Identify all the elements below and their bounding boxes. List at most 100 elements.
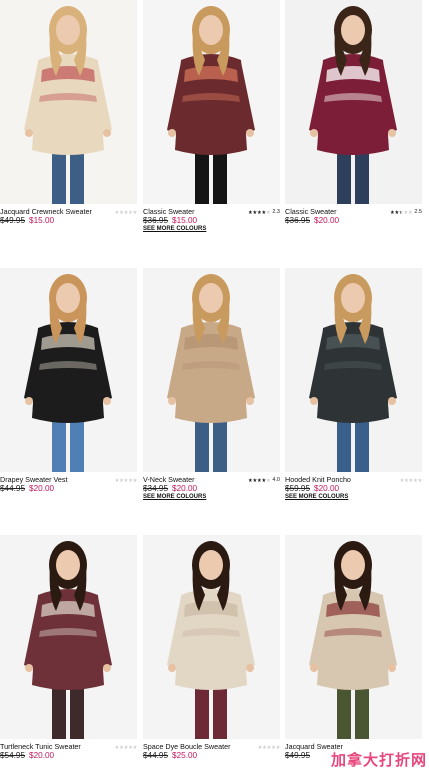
sale-price: $20.00 <box>172 484 198 493</box>
see-more-colours-link[interactable]: SEE MORE COLOURS <box>285 494 348 500</box>
price-block: $34.95 $20.00 <box>143 484 197 493</box>
star-rating-icon <box>115 210 137 214</box>
woman-in-snowflake-jacquard-sweater-photo[interactable] <box>285 535 422 739</box>
woman-in-marled-turtleneck-tunic-photo[interactable] <box>0 535 137 739</box>
woman-in-striped-vest-photo[interactable] <box>0 268 137 472</box>
woman-in-floral-sweater-photo[interactable] <box>143 0 280 204</box>
price-block: $49.95 $15.00 <box>0 216 54 225</box>
star-icon <box>399 210 404 214</box>
star-icon <box>261 210 266 214</box>
sale-price: $25.00 <box>172 751 198 760</box>
star-icon <box>408 210 413 214</box>
star-rating-icon <box>390 210 413 214</box>
product-card[interactable]: Drapey Sweater Vest $44.95 $20.00 <box>0 268 137 504</box>
product-rating <box>258 743 280 751</box>
star-icon <box>128 478 133 482</box>
price-block: $49.95 <box>285 751 310 760</box>
original-price: $44.95 <box>0 484 26 493</box>
star-icon <box>258 745 262 749</box>
original-price: $49.95 <box>0 216 26 225</box>
see-more-colours-link[interactable]: SEE MORE COLOURS <box>143 226 206 232</box>
woman-in-burgundy-follow-me-sweater-photo[interactable] <box>285 0 422 204</box>
product-card[interactable]: Hooded Knit Poncho $59.95 $20.00 SEE MORE C… <box>285 268 422 504</box>
star-rating-icon <box>115 745 137 749</box>
star-icon <box>390 210 395 214</box>
price-block: $44.95 $20.00 <box>0 484 54 493</box>
rating-value: 2.5 <box>414 209 422 215</box>
product-card[interactable]: Space Dye Boucle Sweater $44.95 $25.00 <box>143 535 280 772</box>
sale-price: $20.00 <box>314 484 340 493</box>
product-rating <box>115 743 137 751</box>
star-rating-icon <box>258 745 280 749</box>
star-icon <box>128 745 133 749</box>
product-name[interactable]: V-Neck Sweater <box>143 475 253 484</box>
star-icon <box>128 210 133 214</box>
star-icon <box>257 478 262 482</box>
star-rating-icon <box>248 478 271 482</box>
product-rating <box>115 208 137 216</box>
rating-value: 2.3 <box>272 209 280 215</box>
original-price: $34.95 <box>143 484 169 493</box>
product-card[interactable]: Classic Sweater $36.95 $20.00 2.5 <box>285 0 422 236</box>
star-icon <box>257 210 262 214</box>
product-card[interactable]: Classic Sweater $36.95 $15.00 2.3 SEE MORE C… <box>143 0 280 236</box>
woman-in-oatmeal-vneck-sweater-photo[interactable] <box>143 268 280 472</box>
star-rating-icon <box>115 478 137 482</box>
star-icon <box>119 745 124 749</box>
star-icon <box>394 210 399 214</box>
rating-value: 4.0 <box>272 477 280 483</box>
star-icon <box>413 478 418 482</box>
product-name[interactable]: Jacquard Crewneck Sweater <box>0 207 110 216</box>
star-icon <box>115 745 119 749</box>
star-icon <box>266 210 271 214</box>
product-rating <box>400 476 422 484</box>
woman-in-cream-boucle-sweater-photo[interactable] <box>143 535 280 739</box>
star-icon <box>119 210 124 214</box>
price-block: $59.95 $20.00 <box>285 484 339 493</box>
star-icon <box>262 745 267 749</box>
product-card[interactable]: Jacquard Crewneck Sweater $49.95 $15.00 <box>0 0 137 236</box>
sale-price: $20.00 <box>29 751 55 760</box>
product-card[interactable]: V-Neck Sweater $34.95 $20.00 4.0 SEE MORE CO… <box>143 268 280 504</box>
product-name[interactable]: Turtleneck Tunic Sweater <box>0 742 110 751</box>
product-grid: Jacquard Crewneck Sweater$49.95$15.00 <box>0 0 429 774</box>
star-icon <box>404 478 409 482</box>
original-price: $59.95 <box>285 484 311 493</box>
original-price: $49.95 <box>285 751 311 760</box>
product-name[interactable]: Hooded Knit Poncho <box>285 475 395 484</box>
product-card[interactable]: Jacquard Sweater $49.95 <box>285 535 422 772</box>
star-icon <box>271 745 276 749</box>
product-name[interactable]: Classic Sweater <box>285 207 395 216</box>
product-name[interactable]: Space Dye Boucle Sweater <box>143 742 253 751</box>
product-rating: 4.0 <box>248 476 280 484</box>
product-name[interactable]: Classic Sweater <box>143 207 253 216</box>
star-icon <box>124 210 128 214</box>
star-icon <box>252 210 257 214</box>
product-rating: 2.5 <box>390 208 422 216</box>
star-icon <box>409 478 413 482</box>
price-block: $36.95 $20.00 <box>285 216 339 225</box>
star-icon <box>276 745 280 749</box>
star-icon <box>248 478 253 482</box>
star-icon <box>133 210 137 214</box>
price-block: $44.95 $25.00 <box>143 751 197 760</box>
woman-in-beige-fairisle-sweater-photo[interactable] <box>0 0 137 204</box>
price-block: $54.95 $20.00 <box>0 751 54 760</box>
star-icon <box>400 478 404 482</box>
star-icon <box>403 210 408 214</box>
star-rating-icon <box>400 478 422 482</box>
star-icon <box>267 745 271 749</box>
original-price: $54.95 <box>0 751 26 760</box>
see-more-colours-link[interactable]: SEE MORE COLOURS <box>143 494 206 500</box>
product-rating <box>115 476 137 484</box>
original-price: $44.95 <box>143 751 169 760</box>
sale-price: $15.00 <box>172 216 198 225</box>
woman-in-hooded-knit-poncho-photo[interactable] <box>285 268 422 472</box>
sale-price: $20.00 <box>314 216 340 225</box>
sale-price: $15.00 <box>29 216 55 225</box>
product-card[interactable]: Turtleneck Tunic Sweater $54.95 $20.00 <box>0 535 137 772</box>
product-rating: 2.3 <box>248 208 280 216</box>
site-watermark: 加拿大打折网 <box>330 751 427 769</box>
product-name[interactable]: Drapey Sweater Vest <box>0 475 110 484</box>
star-rating-icon <box>248 210 271 214</box>
